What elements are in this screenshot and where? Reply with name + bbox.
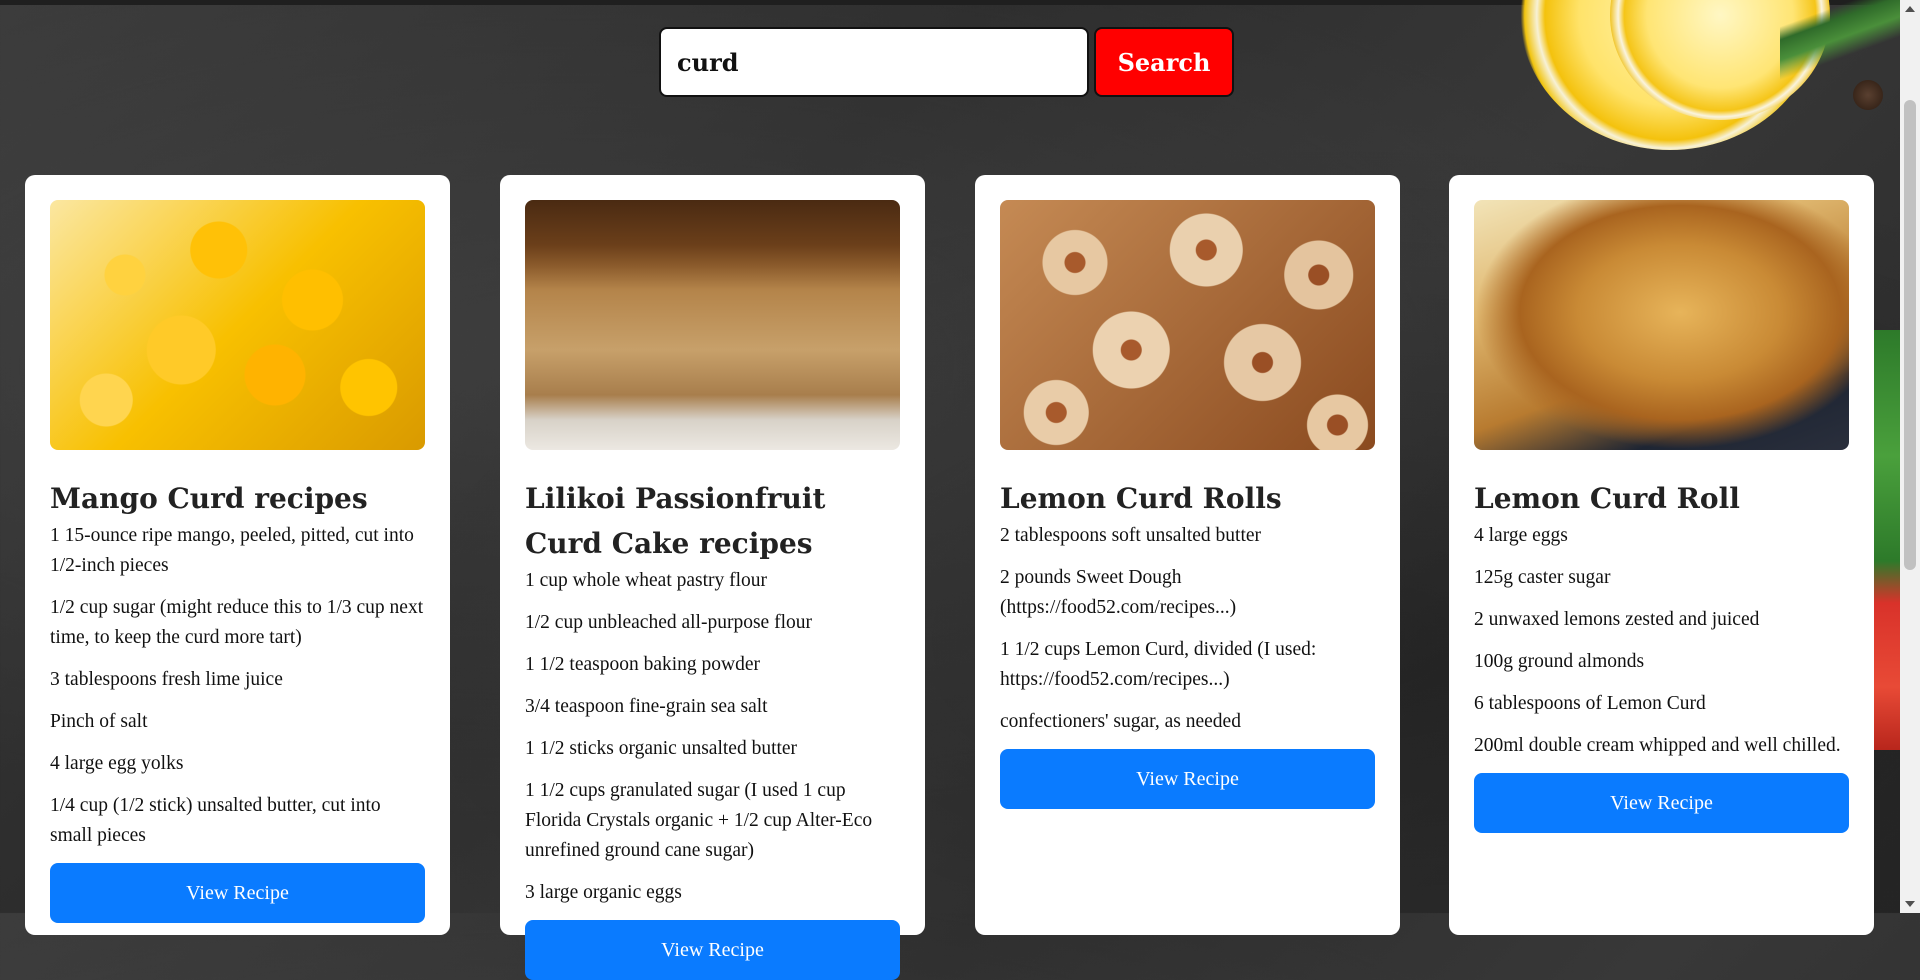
ingredient-item: 1/2 cup sugar (might reduce this to 1/3 …: [50, 597, 424, 648]
lemon-slice-decoration: [1520, 0, 1820, 150]
recipe-image-cake: [525, 200, 900, 450]
ingredient-item: 1 1/2 cups granulated sugar (I used 1 cu…: [525, 780, 873, 861]
recipe-title: Mango Curd recipes: [50, 482, 368, 515]
ingredient-item: 1 cup whole wheat pastry flour: [525, 570, 768, 591]
lemon-slice-decoration: [1610, 0, 1830, 120]
ingredient-list: 1 cup whole wheat pastry flour 1/2 cup u…: [525, 566, 900, 908]
search-input[interactable]: [659, 27, 1089, 97]
ingredient-item: 1 1/2 cups Lemon Curd, divided (I used: …: [1000, 639, 1317, 690]
ingredient-item: 2 tablespoons soft unsalted butter: [1000, 525, 1262, 546]
recipe-image-rolls: [1000, 200, 1375, 450]
recipe-card: Lilikoi Passionfruit Curd Cake recipes 1…: [500, 175, 925, 980]
ingredient-item: 4 large eggs: [1474, 525, 1568, 546]
page-scrollbar[interactable]: [1900, 0, 1920, 913]
search-button[interactable]: Search: [1094, 27, 1234, 97]
ingredient-item: 1 15-ounce ripe mango, peeled, pitted, c…: [50, 525, 414, 576]
scroll-down-arrow-icon[interactable]: [1905, 901, 1915, 907]
ingredient-item: 2 pounds Sweet Dough (https://food52.com…: [1000, 567, 1237, 618]
recipe-card: Lemon Curd Roll 4 large eggs 125g caster…: [1449, 175, 1874, 935]
recipe-title: Lemon Curd Rolls: [1000, 482, 1282, 515]
ingredient-item: 125g caster sugar: [1474, 567, 1611, 588]
ingredient-item: 3 large organic eggs: [525, 882, 682, 903]
ingredient-item: confectioners' sugar, as needed: [1000, 711, 1241, 732]
recipe-image-mango: [50, 200, 425, 450]
scrollbar-thumb[interactable]: [1904, 100, 1916, 570]
ingredient-item: 1/2 cup unbleached all-purpose flour: [525, 612, 812, 633]
top-border: [0, 0, 1920, 5]
ingredient-list: 4 large eggs 125g caster sugar 2 unwaxed…: [1474, 521, 1849, 761]
view-recipe-button[interactable]: View Recipe: [1000, 749, 1375, 809]
herb-decoration: [1780, 0, 1900, 90]
ingredient-list: 2 tablespoons soft unsalted butter 2 pou…: [1000, 521, 1375, 737]
recipe-card: Lemon Curd Rolls 2 tablespoons soft unsa…: [975, 175, 1400, 935]
ingredient-item: 4 large egg yolks: [50, 753, 184, 774]
recipe-image-roll: [1474, 200, 1849, 450]
ingredient-item: Pinch of salt: [50, 711, 148, 732]
ingredient-item: 2 unwaxed lemons zested and juiced: [1474, 609, 1760, 630]
ingredient-item: 3 tablespoons fresh lime juice: [50, 669, 283, 690]
view-recipe-button[interactable]: View Recipe: [525, 920, 900, 980]
ingredient-item: 1/4 cup (1/2 stick) unsalted butter, cut…: [50, 795, 381, 846]
ingredient-item: 1 1/2 sticks organic unsalted butter: [525, 738, 798, 759]
peppercorn-decoration: [1853, 80, 1883, 110]
ingredient-item: 6 tablespoons of Lemon Curd: [1474, 693, 1706, 714]
ingredient-item: 100g ground almonds: [1474, 651, 1645, 672]
search-bar: Search: [659, 27, 1234, 97]
recipe-title: Lilikoi Passionfruit Curd Cake recipes: [525, 482, 826, 560]
ingredient-item: 1 1/2 teaspoon baking powder: [525, 654, 761, 675]
ingredient-item: 200ml double cream whipped and well chil…: [1474, 735, 1841, 756]
ingredient-list: 1 15-ounce ripe mango, peeled, pitted, c…: [50, 521, 425, 851]
view-recipe-button[interactable]: View Recipe: [1474, 773, 1849, 833]
vegetable-decoration: [1872, 330, 1900, 750]
ingredient-item: 3/4 teaspoon fine-grain sea salt: [525, 696, 768, 717]
recipe-card: Mango Curd recipes 1 15-ounce ripe mango…: [25, 175, 450, 935]
scroll-up-arrow-icon[interactable]: [1905, 6, 1915, 12]
recipe-title: Lemon Curd Roll: [1474, 482, 1740, 515]
view-recipe-button[interactable]: View Recipe: [50, 863, 425, 923]
